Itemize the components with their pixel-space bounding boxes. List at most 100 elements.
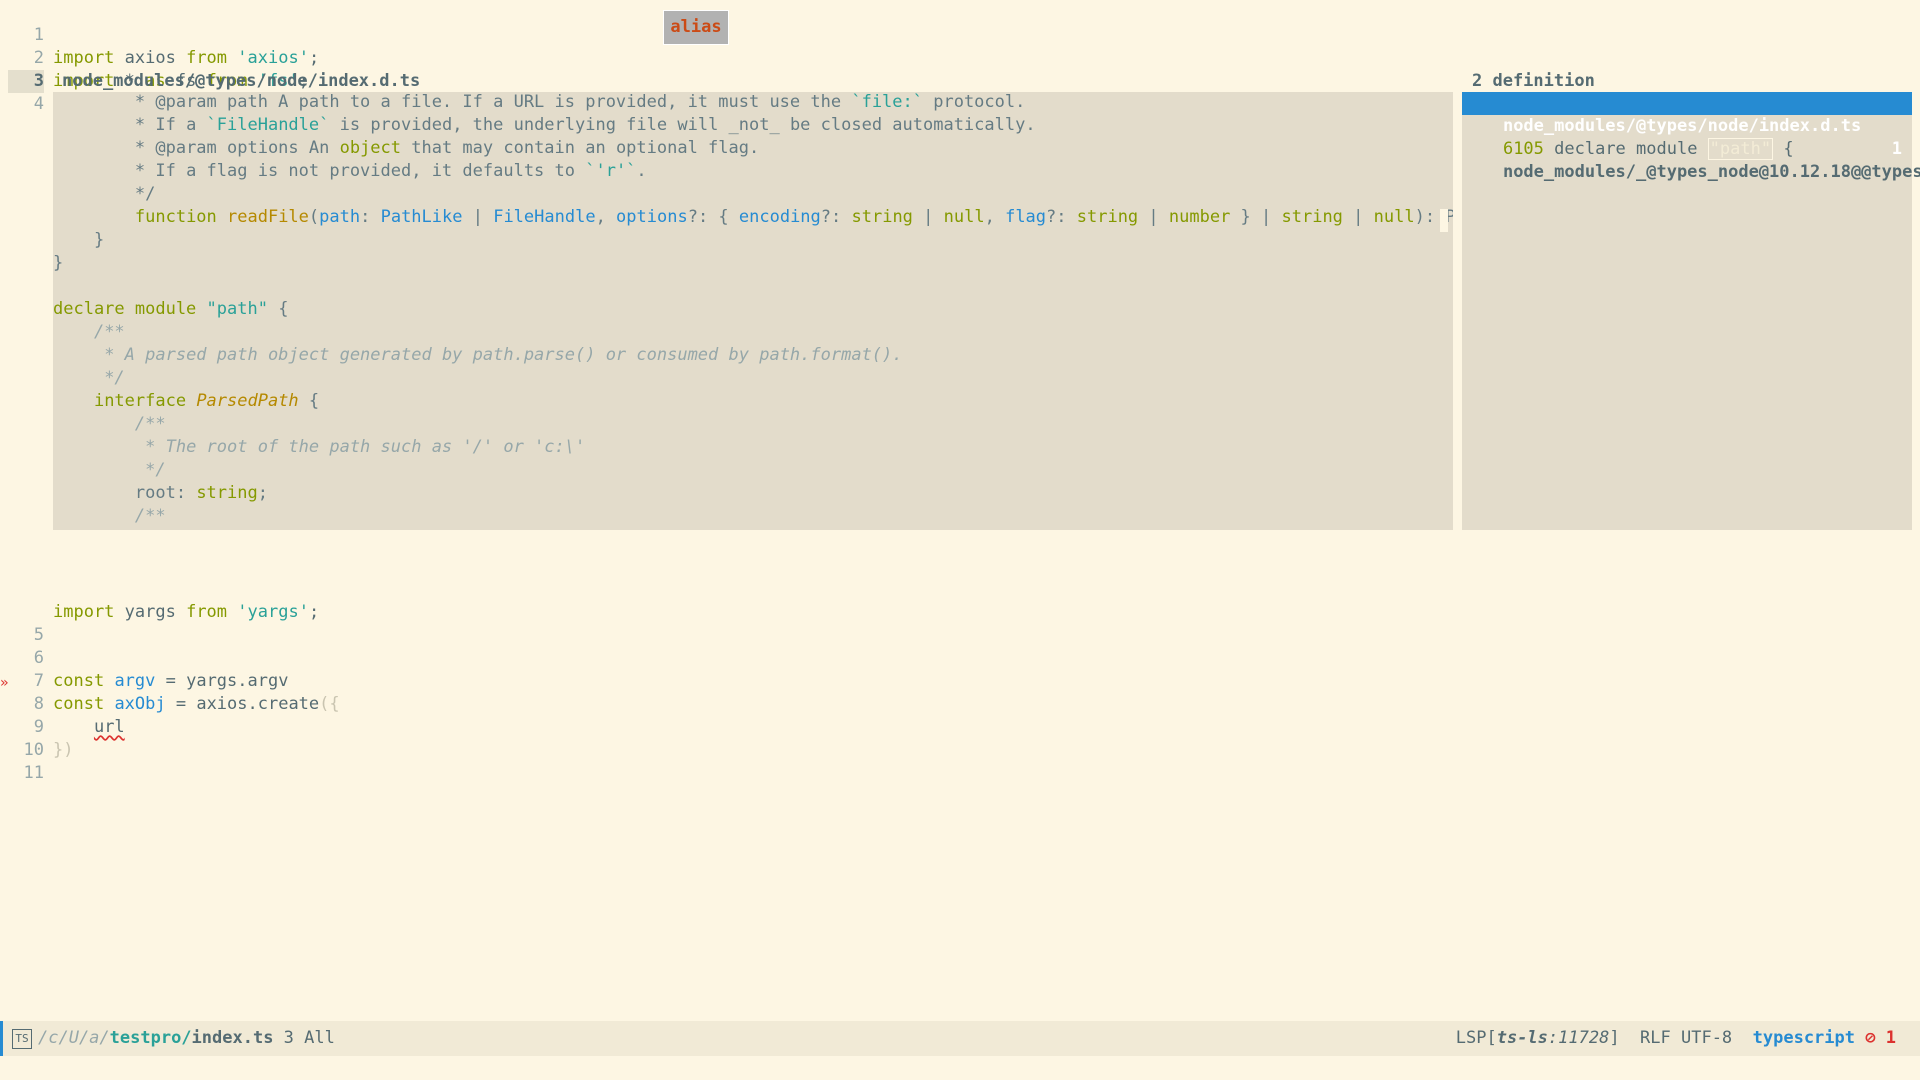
code-token: `'r'` [585, 161, 637, 181]
code-line[interactable]: 9 }) [0, 693, 74, 760]
peek-code-line: */ [53, 367, 125, 390]
keyword: from [186, 602, 228, 622]
string-literal: 'yargs' [237, 602, 309, 622]
peek-code-line: /** [53, 505, 166, 528]
error-count[interactable]: 1 [1886, 1028, 1896, 1048]
lsp-label-end: ] [1609, 1028, 1620, 1048]
status-right: LSP[ts-ls:11728] RLF UTF-8 typescript ⊘ … [1456, 1021, 1896, 1056]
code-text: url [53, 716, 125, 739]
error-underlined-word[interactable]: url [94, 717, 125, 737]
code-line[interactable]: 10 [0, 716, 44, 760]
code-token: . [636, 161, 647, 181]
code-token: | [462, 207, 494, 227]
expression: = yargs.argv [155, 671, 289, 691]
lsp-server-name[interactable]: ts-ls [1497, 1028, 1548, 1048]
truncation-marker [1440, 209, 1448, 232]
punctuation: ({ [319, 694, 340, 714]
peek-code-line: * @param path A path to a file. If a URL… [53, 92, 1025, 114]
peek-file-header: node_modules/@types/node/index.d.ts [62, 71, 421, 91]
code-text: const argv = yargs.argv [53, 670, 288, 693]
peek-list-item[interactable]: node_modules/_@types_node@10.12.18@@type… [1462, 138, 1920, 182]
encoding[interactable]: RLF UTF-8 [1620, 1028, 1753, 1048]
code-text: import yargs from 'yargs'; [53, 601, 319, 624]
code-token: */ [104, 368, 125, 388]
code-token: ; [308, 48, 320, 68]
code-token: options [616, 207, 688, 227]
keyword: from [186, 48, 228, 68]
peek-code-line: */ [53, 183, 155, 206]
code-token: axios [114, 48, 187, 68]
code-token: root: [134, 483, 197, 503]
code-token: * The root of the path such as '/' or 'c… [145, 437, 586, 457]
status-bar: TS /c/U/a/testpro/index.ts 3 All LSP[ts-… [0, 1021, 1920, 1056]
error-gutter-marker-icon[interactable]: » [0, 672, 8, 695]
code-token: * If a flag is not provided, it defaults… [134, 161, 586, 181]
peek-code-line: * If a flag is not provided, it defaults… [53, 160, 647, 183]
code-token: } [53, 253, 64, 273]
code-line[interactable]: 2 import * as fs from 'fs'; [0, 24, 309, 91]
major-mode[interactable]: typescript [1753, 1028, 1855, 1048]
code-token: } | [1230, 207, 1282, 227]
code-token: object [339, 138, 402, 158]
code-text: import axios from 'axios'; [53, 47, 319, 70]
code-line[interactable]: 5 [0, 601, 44, 645]
peek-preview-pane[interactable]: * @param path A path to a file. If a URL… [53, 92, 1453, 530]
code-token: } [93, 230, 105, 250]
code-token: * A parsed path object generated by path… [104, 345, 903, 365]
code-token: flag [1005, 207, 1047, 227]
code-token: /** [134, 414, 166, 434]
peek-code-line: /** [53, 413, 166, 436]
code-token: null [943, 207, 985, 227]
code-token: */ [145, 460, 166, 480]
peek-item-file: node_modules/_@types_node@10.12.18@@type… [1502, 162, 1920, 182]
typescript-file-icon: TS [12, 1029, 32, 1049]
peek-code-line: */ [53, 459, 166, 482]
peek-code-line: interface ParsedPath { [53, 390, 319, 413]
code-token: encoding [738, 207, 821, 227]
line-number: 4 [33, 94, 44, 114]
code-token: FileHandle [493, 207, 596, 227]
code-token: ParsedPath [196, 391, 299, 411]
code-token: | [1138, 207, 1169, 227]
code-line[interactable]: import yargs from 'yargs'; [0, 578, 319, 622]
code-token: readFile [227, 207, 309, 227]
code-line[interactable]: 4 [0, 70, 44, 114]
status-file-info: /c/U/a/testpro/index.ts 3 All [38, 1021, 335, 1056]
peek-code-line: declare module "path" { [53, 298, 288, 321]
code-token: string [1281, 207, 1343, 227]
code-token: number [1168, 207, 1231, 227]
code-line[interactable]: 11 [0, 739, 44, 783]
code-token: ( [308, 207, 320, 227]
string-literal: 'axios' [237, 48, 309, 68]
code-token: : [360, 207, 381, 227]
code-line[interactable]: 7 const axObj = axios.create({ [0, 647, 340, 714]
code-token: * If a [134, 115, 207, 135]
peek-definition-list[interactable]: node_modules/@types/node/index.d.ts 1 61… [1462, 92, 1920, 530]
code-text: }) [53, 740, 74, 760]
line-number: 11 [23, 763, 44, 783]
code-token: "path" [206, 299, 268, 319]
code-token: , [595, 207, 617, 227]
code-line[interactable]: 1 import axios from 'axios'; [0, 1, 319, 68]
code-token: { [298, 391, 320, 411]
code-token: is provided, the underlying file will _n… [329, 115, 1036, 135]
code-line-current[interactable]: 3 import path from 'path'; [0, 47, 299, 114]
peek-list-item-selected[interactable]: node_modules/@types/node/index.d.ts 1 [1462, 92, 1912, 159]
peek-code-line: /** [53, 321, 125, 344]
peek-list-match[interactable]: 6105 declare module "path" { [1462, 115, 1912, 160]
peek-code-line: * If a `FileHandle` is provided, the und… [53, 114, 1036, 137]
peek-definition-count: 2 definition [1472, 71, 1595, 91]
variable: axObj [114, 694, 166, 714]
code-line[interactable]: 6 const argv = yargs.argv [0, 624, 289, 691]
cursor-position: 3 All [273, 1028, 335, 1048]
code-token: * @param path A path to a file. If a URL… [134, 92, 852, 112]
peek-code-line: root: string; [53, 482, 268, 505]
code-token: ?: { [687, 207, 739, 227]
error-icon[interactable]: ⊘ [1865, 1028, 1875, 1048]
code-token: PathLike [380, 207, 463, 227]
code-token: ?: [820, 207, 852, 227]
code-token: function [134, 207, 228, 227]
code-token: string [1076, 207, 1139, 227]
variable: argv [114, 671, 156, 691]
keyword: const [53, 671, 105, 691]
